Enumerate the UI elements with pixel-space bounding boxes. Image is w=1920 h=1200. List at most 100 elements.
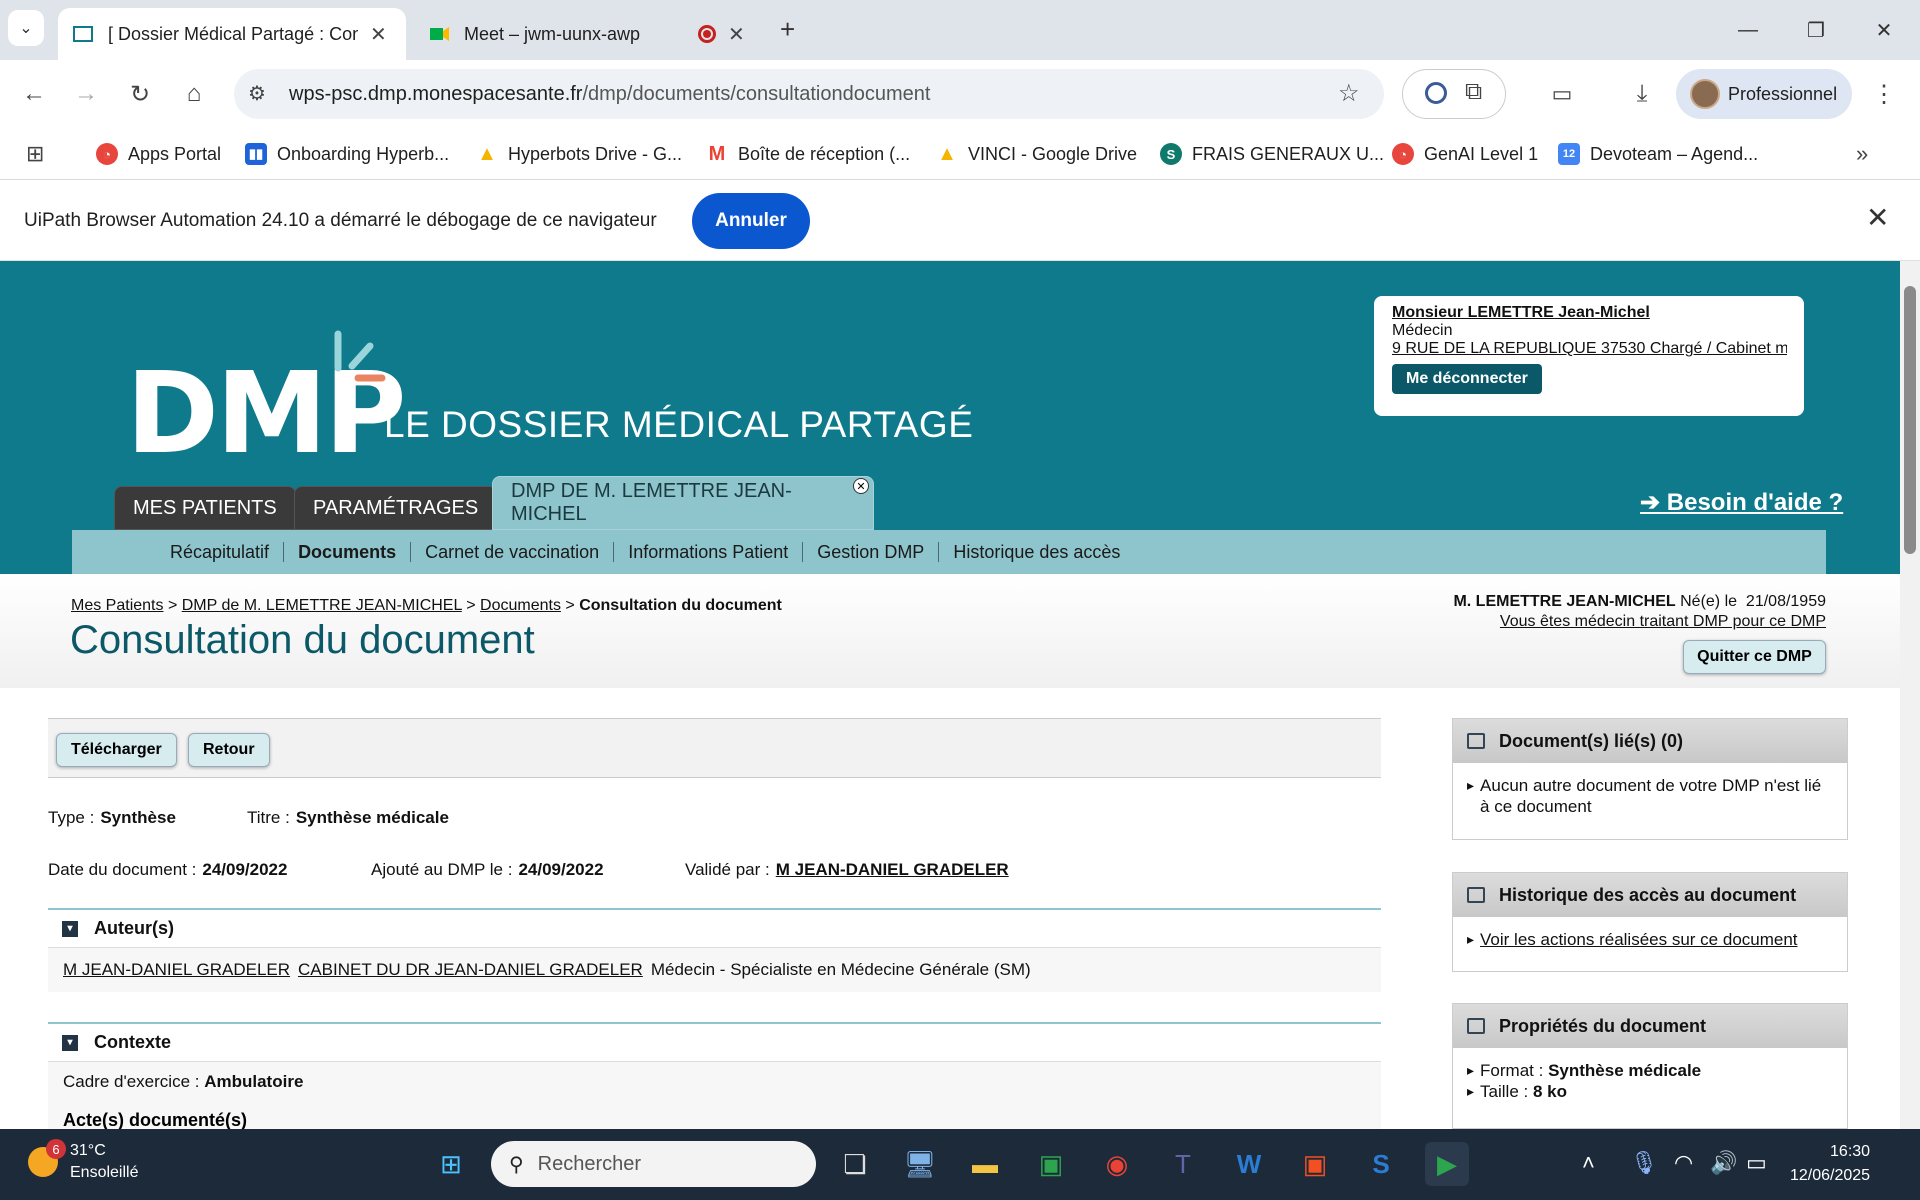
subnav-documents[interactable]: Documents: [284, 542, 410, 563]
bookmark-apps-portal[interactable]: ◔ Apps Portal: [96, 138, 221, 170]
panel-title: Propriétés du document: [1499, 1015, 1707, 1036]
file-explorer-icon[interactable]: ▬: [963, 1142, 1007, 1186]
bookmark-gmail[interactable]: M Boîte de réception (...: [706, 138, 910, 170]
more-bookmarks-icon[interactable]: »: [1856, 138, 1868, 170]
minimize-icon[interactable]: —: [1728, 10, 1768, 50]
debug-infobar: UiPath Browser Automation 24.10 a démarr…: [0, 181, 1920, 261]
search-icon: ⚲: [509, 1153, 524, 1176]
bookmark-vinci-drive[interactable]: ▲ VINCI - Google Drive: [936, 138, 1137, 170]
download-button[interactable]: Télécharger: [56, 733, 177, 767]
tab-search-button[interactable]: ⌄: [8, 10, 44, 46]
type-label: Type :: [48, 808, 95, 827]
windows-start-icon[interactable]: ⊞: [429, 1142, 473, 1186]
subnav-gestion-dmp[interactable]: Gestion DMP: [803, 542, 938, 563]
tab-dmp[interactable]: [ Dossier Médical Partagé : Consultation…: [58, 8, 406, 60]
restore-icon[interactable]: ❐: [1796, 10, 1836, 50]
menu-icon[interactable]: ⋮: [1864, 74, 1904, 114]
close-icon[interactable]: ✕: [1866, 201, 1889, 234]
apps-grid-icon[interactable]: ⊞: [26, 138, 44, 170]
weather-text: Ensoleillé: [70, 1164, 139, 1181]
uipath-studio-icon[interactable]: S: [1359, 1142, 1403, 1186]
chevron-up-icon[interactable]: ˄: [1582, 1150, 1595, 1176]
subnav-vaccination[interactable]: Carnet de vaccination: [411, 542, 613, 563]
tab-mes-patients[interactable]: MES PATIENTS: [114, 486, 296, 530]
address-bar[interactable]: ⚙ wps-psc.dmp.monespacesante.fr/dmp/docu…: [234, 69, 1384, 119]
new-tab-button[interactable]: +: [780, 14, 795, 45]
battery-icon[interactable]: ▭: [1746, 1150, 1767, 1176]
subnav-historique[interactable]: Historique des accès: [939, 542, 1134, 563]
bookmark-hyperbots-drive[interactable]: ▲ Hyperbots Drive - G...: [476, 138, 682, 170]
bookmark-frais-generaux[interactable]: S FRAIS GENERAUX U...: [1160, 138, 1384, 170]
profile-chip[interactable]: Professionnel: [1676, 69, 1852, 119]
validated-by-link[interactable]: M JEAN-DANIEL GRADELER: [776, 860, 1009, 879]
volume-icon[interactable]: 🔊: [1710, 1150, 1737, 1176]
bookmark-label: VINCI - Google Drive: [968, 143, 1138, 164]
cancel-debug-button[interactable]: Annuler: [692, 193, 810, 249]
type-field: Type : Synthèse: [48, 808, 176, 828]
teams-icon[interactable]: T: [1161, 1142, 1205, 1186]
remote-desktop-icon[interactable]: 🖥: [898, 1142, 942, 1186]
bookmark-onboarding[interactable]: ▮▮ Onboarding Hyperb...: [245, 138, 449, 170]
subnav-recapitulatif[interactable]: Récapitulatif: [156, 542, 283, 563]
wifi-icon[interactable]: ◠: [1674, 1150, 1693, 1176]
breadcrumb-separator: >: [466, 597, 476, 614]
cast-icon[interactable]: ▭: [1542, 74, 1582, 114]
close-icon[interactable]: ✕: [728, 22, 745, 47]
bookmark-devoteam[interactable]: 12 Devoteam – Agend...: [1558, 138, 1758, 170]
microphone-icon[interactable]: 🎙: [1630, 1150, 1658, 1176]
scrollbar-thumb[interactable]: [1904, 286, 1916, 554]
back-icon[interactable]: ←: [14, 74, 54, 114]
screen-recorder-icon[interactable]: ▣: [1293, 1142, 1337, 1186]
chat-app-icon[interactable]: ▣: [1029, 1142, 1073, 1186]
download-icon[interactable]: ⤓: [1622, 74, 1662, 114]
tab-parametrages[interactable]: PARAMÉTRAGES: [294, 486, 498, 530]
task-view-icon[interactable]: ❏: [833, 1142, 877, 1186]
breadcrumb-dmp[interactable]: DMP de M. LEMETTRE JEAN-MICHEL: [182, 597, 462, 614]
uipath-assistant-icon[interactable]: ▶: [1425, 1142, 1469, 1186]
tab-dmp-patient[interactable]: DMP DE M. LEMETTRE JEAN-MICHEL: [492, 476, 874, 530]
taskbar-search[interactable]: ⚲ Rechercher: [491, 1141, 816, 1187]
back-button[interactable]: Retour: [188, 733, 270, 767]
collapse-icon[interactable]: ▾: [62, 1034, 78, 1051]
url-text[interactable]: wps-psc.dmp.monespacesante.fr/dmp/docume…: [289, 83, 930, 106]
uipath-extension-icon[interactable]: [1425, 82, 1447, 104]
author-cabinet-link[interactable]: CABINET DU DR JEAN-DANIEL GRADELER: [298, 960, 643, 980]
forward-icon[interactable]: →: [66, 74, 106, 114]
properties-icon: [1467, 1018, 1485, 1034]
titre-field: Titre : Synthèse médicale: [247, 808, 449, 828]
user-name-link[interactable]: Monsieur LEMETTRE Jean-Michel: [1392, 304, 1786, 322]
close-icon[interactable]: ✕: [370, 22, 387, 47]
user-box: Monsieur LEMETTRE Jean-Michel Médecin 9 …: [1374, 296, 1804, 416]
search-placeholder: Rechercher: [537, 1152, 642, 1175]
word-icon[interactable]: W: [1227, 1142, 1271, 1186]
user-address-link[interactable]: 9 RUE DE LA REPUBLIQUE 37530 Chargé / Ca…: [1392, 340, 1787, 358]
close-tab-icon[interactable]: ✕: [853, 478, 869, 494]
logout-button[interactable]: Me déconnecter: [1392, 364, 1542, 394]
star-icon[interactable]: ☆: [1338, 79, 1360, 108]
weather-widget[interactable]: 6 31°C Ensoleillé: [28, 1139, 139, 1184]
clock[interactable]: 16:30 12/06/2025: [1790, 1140, 1870, 1188]
breadcrumb-documents[interactable]: Documents: [480, 597, 561, 614]
history-link[interactable]: Voir les actions réalisées sur ce docume…: [1480, 929, 1798, 950]
quit-dmp-button[interactable]: Quitter ce DMP: [1683, 640, 1826, 674]
puzzle-icon[interactable]: ⧉: [1465, 78, 1482, 106]
medecin-traitant-link[interactable]: Vous êtes médecin traitant DMP pour ce D…: [1100, 612, 1826, 632]
breadcrumb-separator: >: [565, 597, 575, 614]
home-icon[interactable]: ⌂: [174, 74, 214, 114]
chrome-icon[interactable]: ◉: [1095, 1142, 1139, 1186]
bookmark-label: Onboarding Hyperb...: [277, 143, 450, 164]
author-name-link[interactable]: M JEAN-DANIEL GRADELER: [63, 960, 290, 980]
help-link[interactable]: ➔ Besoin d'aide ?: [1640, 488, 1843, 517]
meet-icon: [428, 23, 450, 45]
collapse-icon[interactable]: ▾: [62, 920, 78, 937]
breadcrumb-mes-patients[interactable]: Mes Patients: [71, 597, 163, 614]
reload-icon[interactable]: ↻: [120, 74, 160, 114]
site-info-icon[interactable]: ⚙: [248, 81, 266, 106]
window-close-icon[interactable]: ✕: [1864, 10, 1904, 50]
red-circle-icon: ◔: [1392, 143, 1414, 165]
panel-title: Document(s) lié(s) (0): [1499, 730, 1684, 751]
bookmark-genai[interactable]: ◔ GenAI Level 1: [1392, 138, 1538, 170]
tab-meet[interactable]: Meet – jwm-uunx-awp ✕: [414, 8, 754, 60]
dmp-logo-accent-icon: [334, 330, 386, 382]
subnav-informations-patient[interactable]: Informations Patient: [614, 542, 802, 563]
